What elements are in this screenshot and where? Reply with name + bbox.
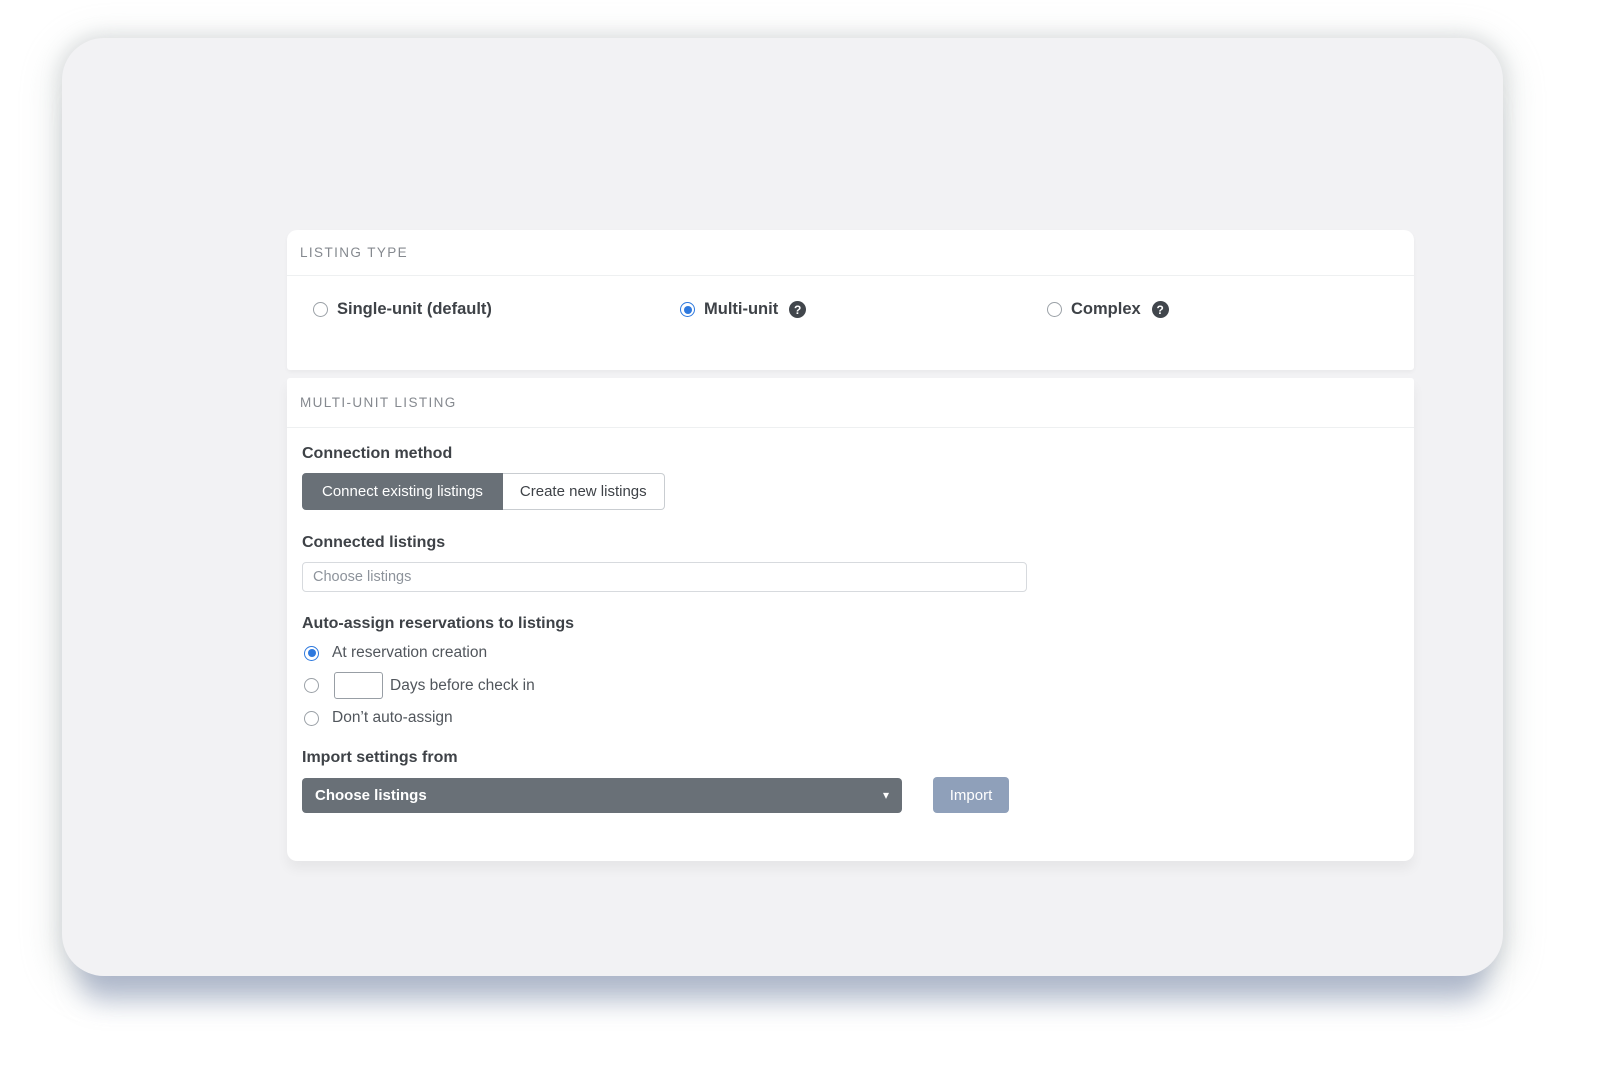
radio-multi-unit-label: Multi-unit <box>704 300 778 319</box>
listing-type-header-label: LISTING TYPE <box>300 245 408 260</box>
radio-single-unit[interactable] <box>313 302 328 317</box>
listing-type-card: LISTING TYPE Single-unit (default) Multi… <box>287 230 1414 370</box>
radio-at-reservation-creation-label: At reservation creation <box>332 644 487 662</box>
import-settings-section: Import settings from Choose listings ▾ I… <box>302 749 1414 813</box>
import-settings-dropdown[interactable]: Choose listings ▾ <box>302 778 902 813</box>
chevron-down-icon: ▾ <box>883 789 889 801</box>
radio-complex-label: Complex <box>1071 300 1141 319</box>
help-icon[interactable]: ? <box>1152 301 1169 318</box>
tab-create-new-listings[interactable]: Create new listings <box>503 473 665 510</box>
radio-option-at-reservation-creation[interactable]: At reservation creation <box>302 644 1414 662</box>
radio-days-before-check-in[interactable] <box>304 678 319 693</box>
auto-assign-label: Auto-assign reservations to listings <box>302 615 1414 633</box>
connection-method-toggle: Connect existing listings Create new lis… <box>302 473 665 510</box>
radio-at-reservation-creation[interactable] <box>304 646 319 661</box>
listing-type-header: LISTING TYPE <box>287 230 1414 276</box>
dropdown-selected-value: Choose listings <box>315 787 427 804</box>
connected-listings-label: Connected listings <box>302 534 1414 552</box>
multi-unit-header-label: MULTI-UNIT LISTING <box>300 395 457 410</box>
radio-dont-auto-assign[interactable] <box>304 711 319 726</box>
import-button[interactable]: Import <box>933 777 1009 813</box>
connection-method-label: Connection method <box>302 445 1414 463</box>
radio-days-before-check-in-label: Days before check in <box>390 677 535 695</box>
radio-multi-unit[interactable] <box>680 302 695 317</box>
radio-single-unit-label: Single-unit (default) <box>337 300 492 319</box>
radio-option-days-before-check-in[interactable]: Days before check in <box>302 672 1414 699</box>
days-before-check-in-input[interactable] <box>334 672 383 699</box>
listing-type-options: Single-unit (default) Multi-unit ? Compl… <box>287 276 1414 319</box>
multi-unit-listing-card: MULTI-UNIT LISTING Connection method Con… <box>287 378 1414 861</box>
radio-complex[interactable] <box>1047 302 1062 317</box>
multi-unit-header: MULTI-UNIT LISTING <box>287 378 1414 428</box>
help-icon[interactable]: ? <box>789 301 806 318</box>
radio-option-complex[interactable]: Complex ? <box>1047 300 1414 319</box>
auto-assign-options: At reservation creation Days before chec… <box>302 644 1414 727</box>
radio-option-single-unit[interactable]: Single-unit (default) <box>313 300 680 319</box>
import-settings-label: Import settings from <box>302 749 1414 767</box>
connected-listings-input[interactable] <box>302 562 1027 592</box>
radio-dont-auto-assign-label: Don’t auto-assign <box>332 709 453 727</box>
multi-unit-body: Connection method Connect existing listi… <box>287 428 1414 813</box>
tab-connect-existing-listings[interactable]: Connect existing listings <box>302 473 503 510</box>
app-frame: LISTING TYPE Single-unit (default) Multi… <box>62 38 1503 976</box>
radio-option-multi-unit[interactable]: Multi-unit ? <box>680 300 1047 319</box>
radio-option-dont-auto-assign[interactable]: Don’t auto-assign <box>302 709 1414 727</box>
